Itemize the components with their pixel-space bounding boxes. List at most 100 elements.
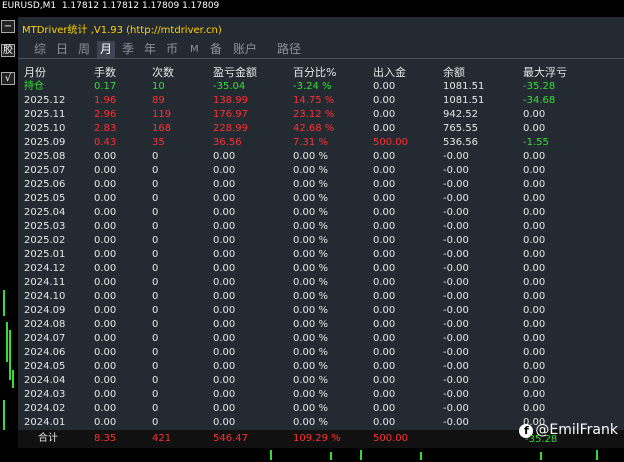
tab-notes[interactable]: 备 <box>210 41 222 58</box>
tab-quarter[interactable]: 季 <box>122 41 134 58</box>
candle <box>12 370 14 388</box>
table-cell: 0.00 <box>373 417 396 428</box>
table-cell: 0 <box>152 193 159 204</box>
table-cell: 0.00 % <box>293 235 328 246</box>
table-cell: 2024.03 <box>24 389 66 400</box>
table-cell: 0.00 <box>373 165 396 176</box>
tab-day[interactable]: 日 <box>56 41 68 58</box>
table-cell: 0 <box>152 221 159 232</box>
table-cell: -35.28 <box>523 81 556 92</box>
table-cell: 0.00 % <box>293 179 328 190</box>
table-cell: 0.00 <box>94 263 117 274</box>
table-cell: 0 <box>152 179 159 190</box>
table-cell: 0 <box>152 305 159 316</box>
tab-month[interactable]: 月 <box>97 41 116 58</box>
table-row: 2024.03 0.00 0 0.00 0.00 % 0.00 -0.00 0.00 <box>18 388 624 402</box>
table-cell: 0.00 <box>373 235 396 246</box>
table-cell: 0.00 <box>94 361 117 372</box>
table-cell: 0.00 <box>213 361 236 372</box>
table-cell: 2024.06 <box>24 347 66 358</box>
table-cell: 0.00 <box>213 235 236 246</box>
table-cell: 0.00 <box>373 333 396 344</box>
table-cell: -0.00 <box>443 179 469 190</box>
table-cell: 0 <box>152 207 159 218</box>
table-cell: 0.00 <box>523 235 546 246</box>
table-header: 月份 手数 次数 盈亏金额 百分比% 出入金 余额 最大浮亏 <box>18 66 624 80</box>
table-cell: 0.00 <box>94 319 117 330</box>
table-cell: 0.00 <box>373 95 396 106</box>
candle <box>270 450 272 460</box>
table-cell: 942.52 <box>443 109 478 120</box>
tab-year[interactable]: 年 <box>144 41 156 58</box>
table-cell: -0.00 <box>443 235 469 246</box>
table-row: 2025.11 2.96 119 176.97 23.12 % 0.00 942.52 0.0… <box>18 108 624 122</box>
table-cell: 0 <box>152 249 159 260</box>
table-cell: 0 <box>152 417 159 428</box>
table-cell: 0.00 % <box>293 305 328 316</box>
table-cell: 14.75 % <box>293 95 335 106</box>
table-cell: 0.00 % <box>293 361 328 372</box>
table-cell: 0.00 % <box>293 165 328 176</box>
table-cell: 500.00 <box>373 433 408 444</box>
candle <box>420 452 422 460</box>
tab-week[interactable]: 周 <box>78 41 90 58</box>
candle <box>596 450 598 460</box>
tab-overview[interactable]: 综 <box>34 41 46 58</box>
table-cell: -0.00 <box>443 165 469 176</box>
table-cell: 0 <box>152 375 159 386</box>
table-row: 2025.02 0.00 0 0.00 0.00 % 0.00 -0.00 0.00 <box>18 234 624 248</box>
table-cell: 168 <box>152 123 172 134</box>
table-cell: 0.00 <box>94 221 117 232</box>
table-cell: 2025.04 <box>24 207 66 218</box>
table-row: 2024.08 0.00 0 0.00 0.00 % 0.00 -0.00 0.00 <box>18 318 624 332</box>
glue-button[interactable]: 胶 <box>1 44 15 57</box>
table-cell: 0.00 % <box>293 207 328 218</box>
table-cell: -1.55 <box>523 137 549 148</box>
table-cell: 0.00 <box>523 165 546 176</box>
table-cell: 0.00 <box>373 123 396 134</box>
tab-account[interactable]: 账户 <box>233 41 257 58</box>
table-cell: 0 <box>152 389 159 400</box>
table-cell: -0.00 <box>443 319 469 330</box>
partial-max-float-value: -35.28 <box>525 434 558 445</box>
table-cell: 2025.01 <box>24 249 66 260</box>
table-cell: 0 <box>152 151 159 162</box>
table-cell: 0 <box>152 291 159 302</box>
table-cell: 0.00 <box>94 291 117 302</box>
table-cell: 0.00 <box>523 221 546 232</box>
table-cell: 0.00 <box>373 403 396 414</box>
table-cell: -35.04 <box>213 81 246 92</box>
table-row: 2025.03 0.00 0 0.00 0.00 % 0.00 -0.00 0.00 <box>18 220 624 234</box>
table-cell: 合计 <box>38 433 58 444</box>
table-cell: 0.00 <box>523 291 546 302</box>
table-row: 持仓 0.17 10 -35.04 -3.24 % 0.00 1081.51 -35.28 <box>18 80 624 94</box>
table-cell: 0.00 <box>373 277 396 288</box>
check-button[interactable]: √ <box>1 72 15 85</box>
table-cell: 0.00 <box>373 305 396 316</box>
table-cell: 0.00 % <box>293 389 328 400</box>
table-cell: -0.00 <box>443 347 469 358</box>
col-month: 月份 <box>24 66 46 79</box>
table-cell: 0 <box>152 347 159 358</box>
table-cell: -0.00 <box>443 305 469 316</box>
table-cell: 23.12 % <box>293 109 335 120</box>
tab-m[interactable]: M <box>190 41 199 58</box>
table-cell: -0.00 <box>443 263 469 274</box>
table-cell: 0.00 <box>523 389 546 400</box>
table-cell: 0.00 <box>213 319 236 330</box>
table-cell: 0.00 <box>213 207 236 218</box>
tab-path[interactable]: 路径 <box>277 41 301 58</box>
table-cell: 0.00 <box>213 417 236 428</box>
table-cell: 0.00 % <box>293 151 328 162</box>
table-cell: -34.68 <box>523 95 556 106</box>
table-cell: 0.00 <box>523 193 546 204</box>
table-cell: 0.00 <box>373 179 396 190</box>
table-cell: 0.00 <box>94 165 117 176</box>
table-cell: 0.00 <box>94 151 117 162</box>
table-row: 2024.02 0.00 0 0.00 0.00 % 0.00 -0.00 0.00 <box>18 402 624 416</box>
table-row: 2024.07 0.00 0 0.00 0.00 % 0.00 -0.00 0.00 <box>18 332 624 346</box>
tab-currency[interactable]: 币 <box>166 41 178 58</box>
minimize-button[interactable]: − <box>1 20 15 33</box>
table-cell: 2025.12 <box>24 95 66 106</box>
table-cell: 0.00 % <box>293 277 328 288</box>
